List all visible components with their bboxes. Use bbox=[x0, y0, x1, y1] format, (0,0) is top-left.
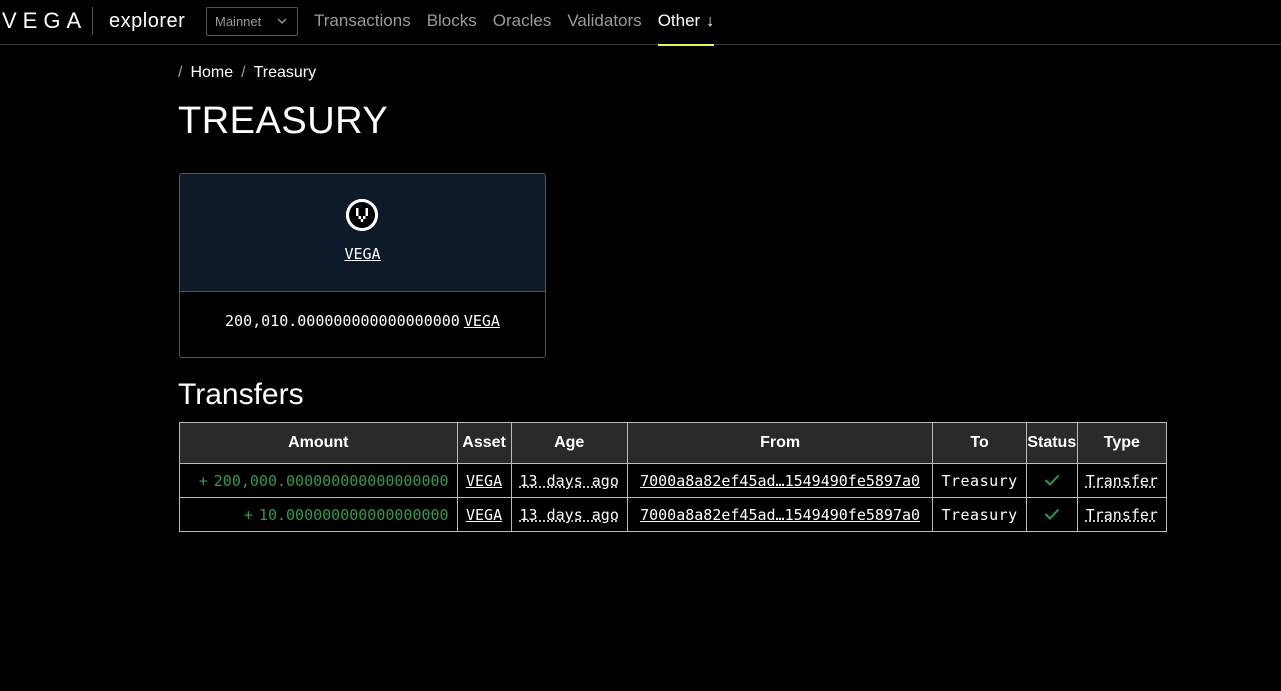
transfer-amount: +10.000000000000000000 bbox=[179, 497, 458, 532]
network-select[interactable]: Mainnet bbox=[206, 7, 298, 36]
transfer-age[interactable]: 13 days ago bbox=[510, 497, 628, 532]
chevron-down-icon bbox=[277, 18, 287, 24]
table-header-row: Amount Asset Age From To Status Type bbox=[179, 422, 1168, 464]
asset-balance-unit-link[interactable]: VEGA bbox=[464, 312, 500, 330]
amount-value: 10.000000000000000000 bbox=[258, 505, 449, 524]
transfer-status bbox=[1025, 497, 1078, 532]
transfer-asset-link[interactable]: VEGA bbox=[456, 463, 512, 498]
treasury-asset-card: VEGA 200,010.000000000000000000 VEGA bbox=[179, 173, 546, 358]
check-icon bbox=[1044, 474, 1060, 486]
table-row: +10.000000000000000000 VEGA 13 days ago … bbox=[179, 497, 1168, 532]
column-header-asset: Asset bbox=[456, 422, 512, 464]
main-nav: Transactions Blocks Oracles Validators O… bbox=[314, 0, 730, 46]
top-nav-bar: VEGA explorer Mainnet Transactions Block… bbox=[0, 0, 1281, 46]
breadcrumb: / Home / Treasury bbox=[178, 64, 316, 82]
app-name[interactable]: explorer bbox=[109, 9, 185, 33]
check-icon bbox=[1044, 508, 1060, 520]
breadcrumb-home[interactable]: Home bbox=[190, 64, 233, 82]
transfer-to: Treasury bbox=[932, 497, 1027, 532]
asset-name-link[interactable]: VEGA bbox=[180, 245, 545, 263]
transfer-from-link[interactable]: 7000a8a82ef45ad…1549490fe5897a0 bbox=[626, 497, 934, 532]
logo-divider bbox=[92, 7, 93, 35]
nav-other[interactable]: Other ↓ bbox=[657, 0, 715, 46]
column-header-type: Type bbox=[1076, 422, 1168, 464]
table-row: +200,000.000000000000000000 VEGA 13 days… bbox=[179, 463, 1168, 498]
network-select-value: Mainnet bbox=[215, 14, 262, 29]
nav-oracles[interactable]: Oracles bbox=[493, 0, 552, 45]
transfer-asset-link[interactable]: VEGA bbox=[456, 497, 512, 532]
plus-sign: + bbox=[243, 505, 253, 524]
column-header-amount: Amount bbox=[179, 422, 458, 464]
transfer-amount: +200,000.000000000000000000 bbox=[179, 463, 458, 498]
amount-value: 200,000.000000000000000000 bbox=[213, 471, 449, 490]
transfer-type[interactable]: Transfer bbox=[1076, 463, 1168, 498]
breadcrumb-separator: / bbox=[241, 64, 246, 81]
asset-balance-value: 200,010.000000000000000000 bbox=[225, 312, 460, 330]
nav-other-label: Other bbox=[657, 11, 701, 30]
page-title: TREASURY bbox=[178, 100, 389, 142]
nav-transactions[interactable]: Transactions bbox=[314, 0, 411, 45]
column-header-to: To bbox=[932, 422, 1027, 464]
breadcrumb-separator: / bbox=[178, 64, 183, 81]
column-header-age: Age bbox=[510, 422, 628, 464]
nav-validators[interactable]: Validators bbox=[567, 0, 641, 45]
column-header-status: Status bbox=[1025, 422, 1078, 464]
transfer-status bbox=[1025, 463, 1078, 498]
asset-balance: 200,010.000000000000000000 VEGA bbox=[180, 312, 545, 330]
column-header-from: From bbox=[626, 422, 934, 464]
transfer-age[interactable]: 13 days ago bbox=[510, 463, 628, 498]
transfer-type[interactable]: Transfer bbox=[1076, 497, 1168, 532]
breadcrumb-current: Treasury bbox=[253, 64, 317, 81]
nav-blocks[interactable]: Blocks bbox=[427, 0, 477, 45]
transfers-title: Transfers bbox=[178, 378, 304, 411]
plus-sign: + bbox=[198, 471, 208, 490]
vega-token-icon bbox=[346, 199, 378, 231]
transfer-from-link[interactable]: 7000a8a82ef45ad…1549490fe5897a0 bbox=[626, 463, 934, 498]
arrow-down-icon: ↓ bbox=[706, 13, 715, 30]
transfer-to: Treasury bbox=[932, 463, 1027, 498]
asset-card-header: VEGA bbox=[180, 174, 545, 292]
vega-logo[interactable]: VEGA bbox=[2, 8, 87, 34]
transfers-table: Amount Asset Age From To Status Type +20… bbox=[179, 422, 1168, 532]
